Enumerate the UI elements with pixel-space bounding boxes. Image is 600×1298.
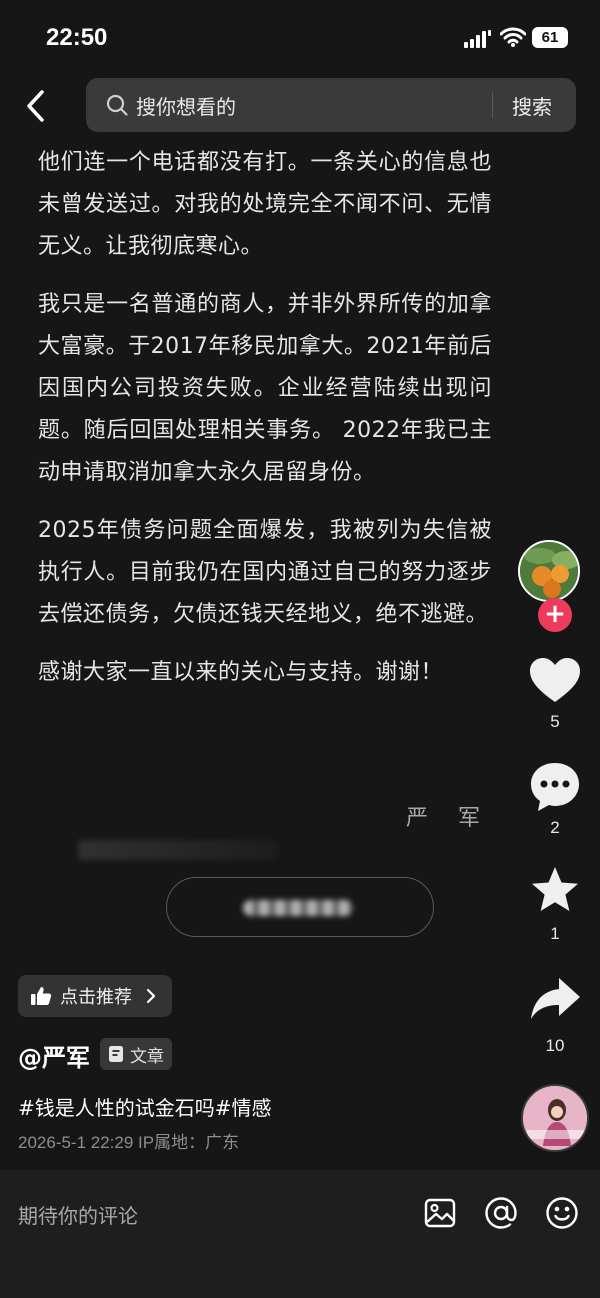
signal-icon: [464, 30, 491, 48]
hashtags[interactable]: #钱是人性的试金石吗#情感: [18, 1092, 272, 1121]
blurred-label: [243, 900, 353, 916]
heart-icon[interactable]: [528, 654, 582, 708]
article-signature: 严军: [406, 806, 511, 831]
search-divider: [492, 92, 493, 118]
content-type-badge: 文章: [100, 1038, 172, 1070]
battery-indicator: 61: [532, 27, 568, 48]
comment-icon[interactable]: [528, 760, 582, 814]
thumb-up-icon: [31, 987, 52, 1005]
article-paragraph: 他们连一个电话都没有打。一条关心的信息也未曾发送过。对我的处境完全不闻不问、无情…: [38, 150, 492, 259]
comment-input[interactable]: 期待你的评论: [18, 1200, 138, 1229]
comment-count: 2: [550, 818, 560, 837]
post-meta: 2026-5-1 22:29 IP属地：广东: [18, 1133, 240, 1152]
share-count: 10: [545, 1036, 565, 1055]
recommend-label: 点击推荐: [60, 987, 132, 1008]
author-name[interactable]: @严军: [18, 1038, 90, 1073]
document-icon: [109, 1046, 123, 1062]
wifi-icon: [500, 27, 526, 47]
status-bar: 22:50 61: [0, 0, 600, 76]
recommend-button[interactable]: 点击推荐: [18, 975, 172, 1017]
avatar-image: [520, 542, 578, 600]
article-paragraph: 感谢大家一直以来的关心与支持。谢谢！: [38, 660, 444, 685]
status-time: 22:50: [46, 24, 108, 51]
author-avatar[interactable]: [518, 540, 580, 602]
comment-bar: 期待你的评论: [0, 1170, 600, 1298]
emoji-icon[interactable]: [545, 1196, 579, 1230]
faded-date-line: [78, 840, 278, 860]
article-paragraph: 我只是一名普通的商人，并非外界所传的加拿大富豪。于2017年移民加拿大。2021…: [38, 292, 492, 485]
like-count: 5: [550, 712, 560, 731]
favorite-count: 1: [550, 924, 560, 943]
article-body: 他们连一个电话都没有打。一条关心的信息也未曾发送过。对我的处境完全不闻不问、无情…: [38, 142, 492, 710]
at-icon[interactable]: [484, 1196, 518, 1230]
back-arrow-icon[interactable]: [20, 88, 56, 124]
search-button[interactable]: 搜索: [512, 91, 552, 120]
chevron-right-icon: [146, 988, 156, 1004]
article-paragraph: 2025年债务问题全面爆发，我被列为失信被执行人。目前我仍在国内通过自己的努力逐…: [38, 518, 492, 627]
image-icon[interactable]: [423, 1196, 457, 1230]
star-icon[interactable]: [528, 864, 582, 918]
search-box[interactable]: 搜你想看的 搜索: [86, 78, 576, 132]
search-input[interactable]: 搜你想看的: [136, 91, 236, 120]
music-cover-image: [523, 1086, 587, 1150]
follow-button[interactable]: +: [538, 598, 572, 632]
expand-article-button[interactable]: [166, 877, 434, 937]
share-icon[interactable]: [528, 972, 582, 1026]
search-icon: [106, 94, 128, 116]
content-type-label: 文章: [130, 1046, 164, 1067]
music-disc[interactable]: [521, 1084, 589, 1152]
